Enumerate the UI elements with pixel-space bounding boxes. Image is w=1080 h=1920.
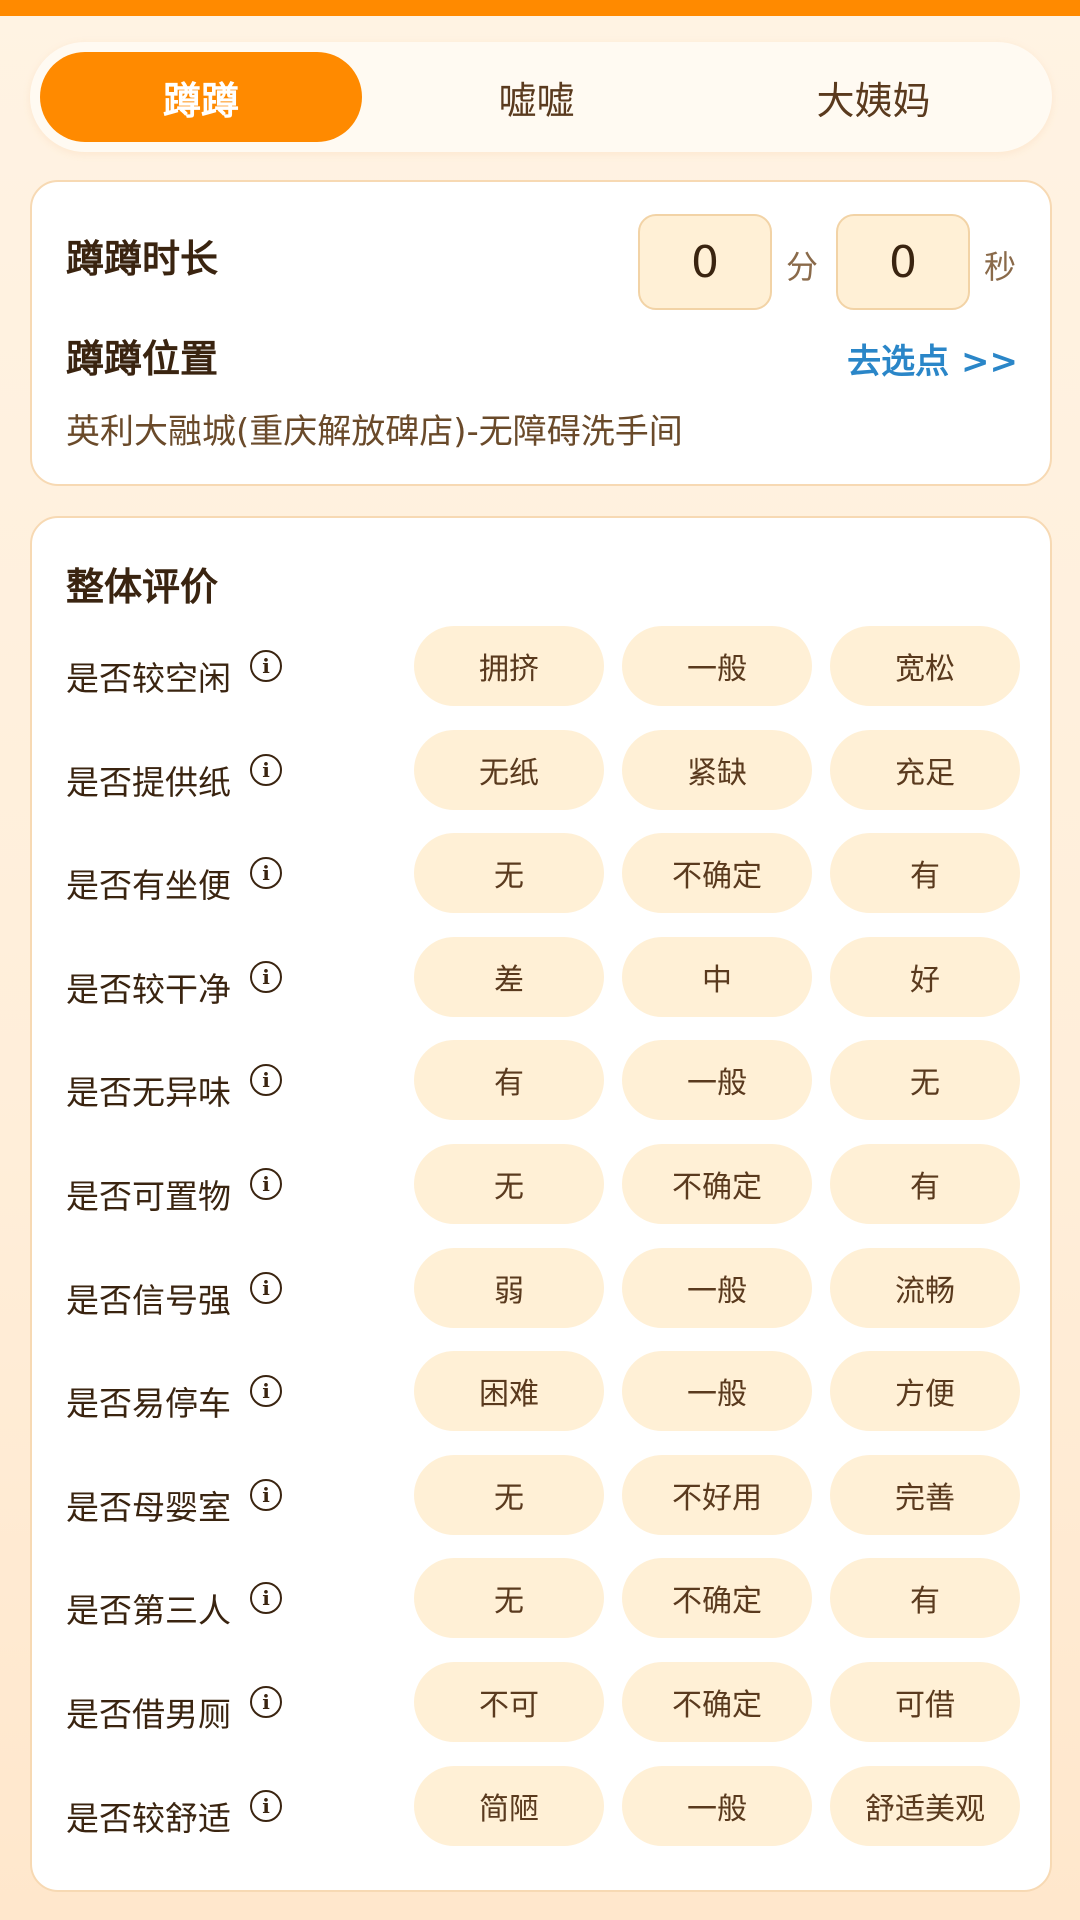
info-icon[interactable]: i	[250, 1375, 282, 1408]
criterion-row: 是否无异味 i 有 一般 无	[32, 1040, 1050, 1144]
criterion-label: 是否无异味	[66, 1073, 231, 1113]
option-button[interactable]: 无	[414, 833, 604, 914]
duration-label: 蹲蹲时长	[66, 237, 219, 281]
option-button[interactable]: 不确定	[622, 1558, 812, 1639]
option-button[interactable]: 无	[414, 1454, 604, 1535]
option-button[interactable]: 无	[830, 1040, 1020, 1121]
criterion-label: 是否较舒适	[66, 1798, 231, 1838]
criterion-row: 是否母婴室 i 无 不好用 完善	[32, 1454, 1050, 1559]
option-button[interactable]: 一般	[622, 1040, 812, 1121]
mode-tabs: 蹲蹲 嘘嘘 大姨妈	[30, 42, 1052, 152]
minutes-unit: 分	[786, 248, 819, 286]
info-card: 蹲蹲时长 0 分 0 秒 蹲蹲位置 去选点 >> 英利大融城(重庆解放碑店)-无…	[30, 180, 1052, 486]
option-button[interactable]: 一般	[622, 1765, 812, 1846]
info-icon[interactable]: i	[250, 1685, 282, 1718]
seconds-unit: 秒	[984, 248, 1017, 286]
option-button[interactable]: 紧缺	[622, 729, 812, 810]
info-icon[interactable]: i	[250, 1582, 282, 1615]
option-button[interactable]: 简陋	[414, 1765, 604, 1846]
seconds-input[interactable]: 0	[836, 214, 970, 310]
criterion-label: 是否较干净	[66, 969, 231, 1009]
criterion-row: 是否较干净 i 差 中 好	[32, 936, 1050, 1041]
criterion-row: 是否较舒适 i 简陋 一般 舒适美观	[32, 1765, 1050, 1870]
option-button[interactable]: 差	[414, 936, 604, 1017]
location-text: 英利大融城(重庆解放碑店)-无障碍洗手间	[66, 412, 683, 452]
criterion-label: 是否可置物	[66, 1176, 231, 1216]
choose-location-link[interactable]: 去选点 >>	[847, 334, 1018, 383]
criterion-label: 是否第三人	[66, 1591, 231, 1631]
criterion-row: 是否第三人 i 无 不确定 有	[32, 1558, 1050, 1662]
location-label: 蹲蹲位置	[66, 337, 219, 381]
option-button[interactable]: 一般	[622, 1247, 812, 1328]
option-button[interactable]: 不好用	[622, 1454, 812, 1535]
criterion-label: 是否易停车	[66, 1384, 231, 1424]
info-icon[interactable]: i	[250, 960, 282, 993]
info-icon[interactable]: i	[250, 650, 282, 682]
option-button[interactable]: 不确定	[622, 833, 812, 914]
criterion-row: 是否可置物 i 无 不确定 有	[32, 1143, 1050, 1248]
option-button[interactable]: 无	[414, 1558, 604, 1639]
option-button[interactable]: 充足	[830, 729, 1020, 810]
review-title: 整体评价	[66, 565, 219, 609]
criterion-row: 是否较空闲 i 拥挤 一般 宽松	[32, 626, 1050, 730]
criterion-row: 是否借男厕 i 不可 不确定 可借	[32, 1661, 1050, 1766]
option-button[interactable]: 有	[830, 1558, 1020, 1639]
option-button[interactable]: 舒适美观	[830, 1765, 1020, 1846]
review-card: 整体评价 是否较空闲 i 拥挤 一般 宽松 是否提供纸 i 无纸 紧缺 充足 是…	[30, 516, 1052, 1892]
option-button[interactable]: 好	[830, 936, 1020, 1017]
criteria-list: 是否较空闲 i 拥挤 一般 宽松 是否提供纸 i 无纸 紧缺 充足 是否有坐便 …	[32, 626, 1050, 1869]
info-icon[interactable]: i	[250, 1064, 282, 1097]
info-icon[interactable]: i	[250, 753, 282, 786]
option-button[interactable]: 可借	[830, 1661, 1020, 1742]
option-button[interactable]: 弱	[414, 1247, 604, 1328]
criterion-row: 是否有坐便 i 无 不确定 有	[32, 833, 1050, 937]
option-button[interactable]: 宽松	[830, 626, 1020, 706]
option-button[interactable]: 有	[830, 1143, 1020, 1224]
tab-pee[interactable]: 嘘嘘	[368, 52, 705, 142]
info-icon[interactable]: i	[250, 857, 282, 890]
criterion-row: 是否易停车 i 困难 一般 方便	[32, 1351, 1050, 1455]
option-button[interactable]: 有	[830, 833, 1020, 914]
criterion-label: 是否提供纸	[66, 762, 231, 802]
option-button[interactable]: 不确定	[622, 1143, 812, 1224]
criterion-label: 是否借男厕	[66, 1694, 231, 1734]
option-button[interactable]: 完善	[830, 1454, 1020, 1535]
option-button[interactable]: 不可	[414, 1661, 604, 1742]
criterion-label: 是否较空闲	[66, 659, 231, 698]
option-button[interactable]: 拥挤	[414, 626, 604, 706]
option-button[interactable]: 一般	[622, 1351, 812, 1432]
option-button[interactable]: 无纸	[414, 729, 604, 810]
criterion-row: 是否提供纸 i 无纸 紧缺 充足	[32, 729, 1050, 834]
option-button[interactable]: 有	[414, 1040, 604, 1121]
option-button[interactable]: 流畅	[830, 1247, 1020, 1328]
option-button[interactable]: 困难	[414, 1351, 604, 1432]
option-button[interactable]: 中	[622, 936, 812, 1017]
info-icon[interactable]: i	[250, 1789, 282, 1822]
tab-squat[interactable]: 蹲蹲	[40, 52, 362, 142]
info-icon[interactable]: i	[250, 1167, 282, 1200]
info-icon[interactable]: i	[250, 1478, 282, 1511]
criterion-label: 是否信号强	[66, 1280, 231, 1320]
top-accent-bar	[0, 0, 1080, 16]
option-button[interactable]: 一般	[622, 626, 812, 706]
criterion-row: 是否信号强 i 弱 一般 流畅	[32, 1247, 1050, 1352]
criterion-label: 是否母婴室	[66, 1487, 231, 1527]
option-button[interactable]: 不确定	[622, 1661, 812, 1742]
option-button[interactable]: 无	[414, 1143, 604, 1224]
tab-period[interactable]: 大姨妈	[705, 52, 1042, 142]
info-icon[interactable]: i	[250, 1271, 282, 1304]
option-button[interactable]: 方便	[830, 1351, 1020, 1432]
minutes-input[interactable]: 0	[638, 214, 772, 310]
criterion-label: 是否有坐便	[66, 866, 231, 906]
